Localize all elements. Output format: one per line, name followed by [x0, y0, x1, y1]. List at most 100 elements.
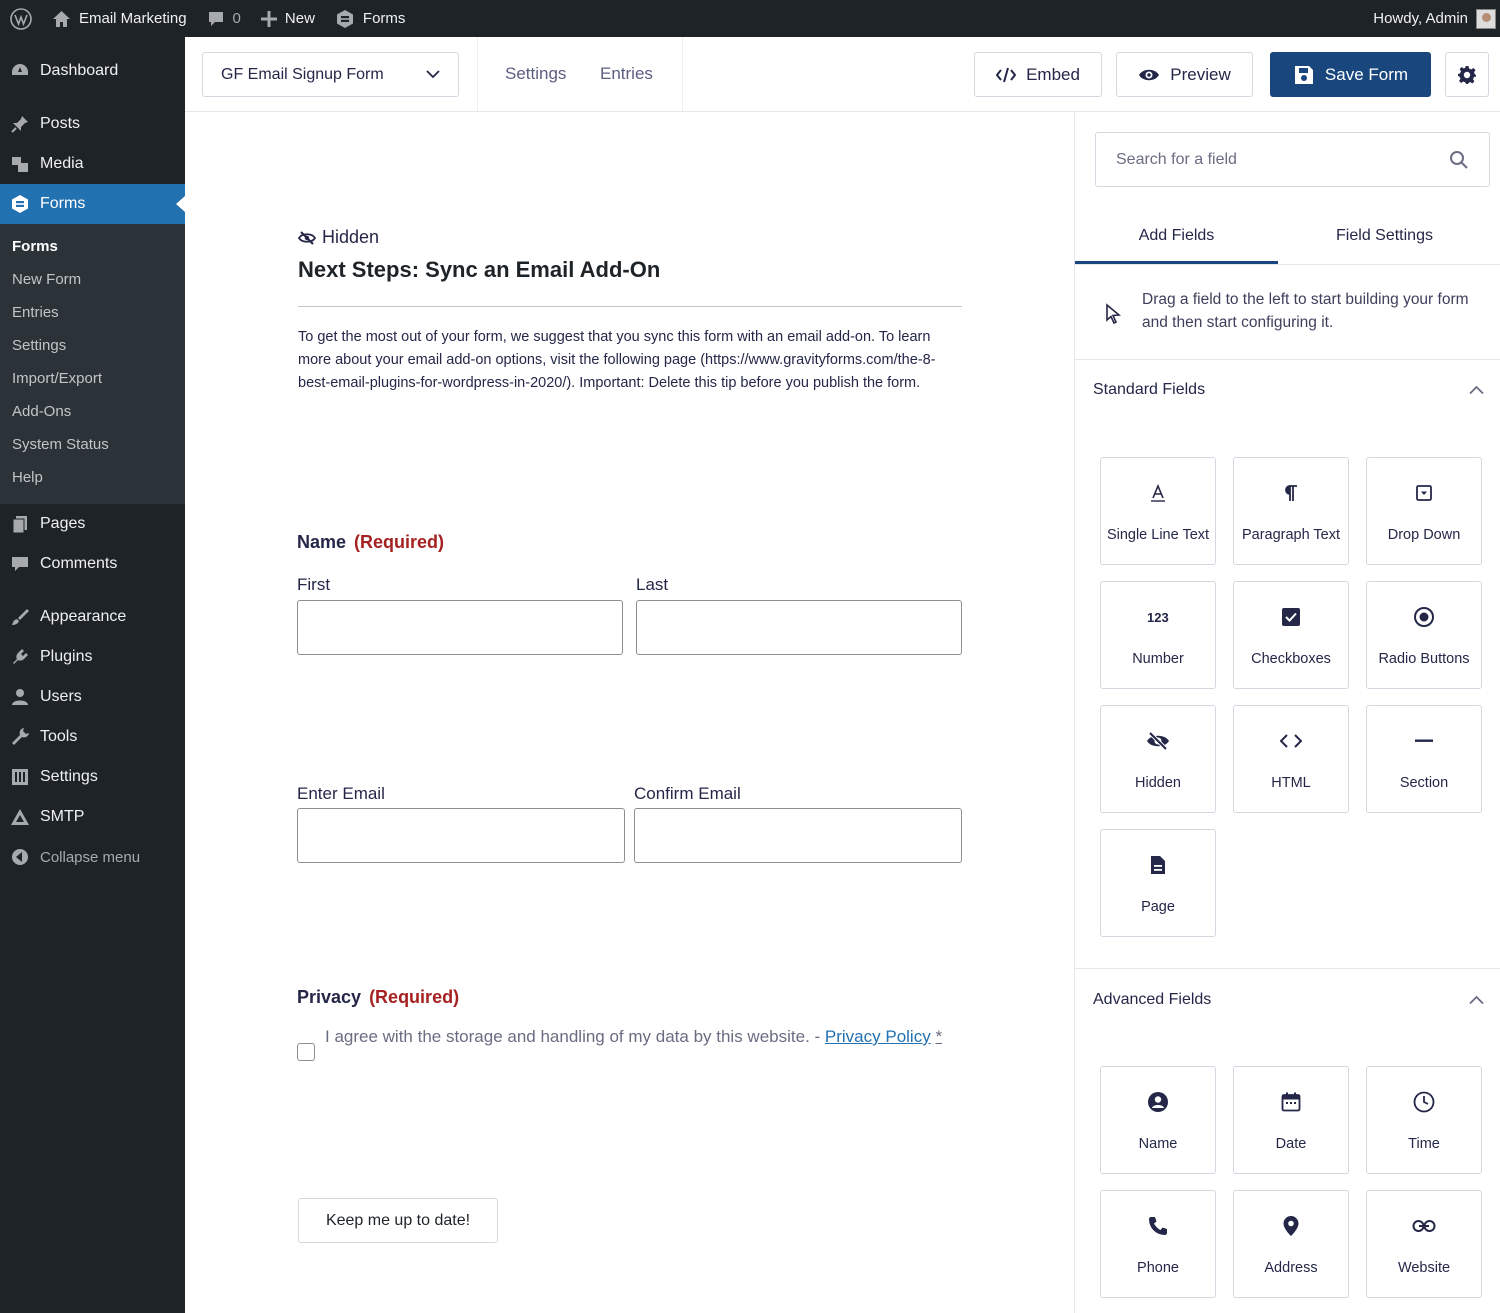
field-search-input[interactable] — [1116, 150, 1416, 169]
field-button-label: Single Line Text — [1106, 527, 1210, 543]
sidebar-label: Appearance — [40, 608, 127, 625]
field-button-single-line-text[interactable]: Single Line Text — [1100, 457, 1216, 565]
field-button-label: Name — [1138, 1136, 1178, 1152]
sidebar-item-forms[interactable]: Forms — [0, 184, 185, 224]
sidebar-item-media[interactable]: Media — [0, 144, 185, 184]
standard-fields-heading[interactable]: Standard Fields — [1093, 381, 1205, 399]
field-button-time[interactable]: Time — [1366, 1066, 1482, 1174]
sidebar-label: Plugins — [40, 648, 93, 665]
field-button-paragraph-text[interactable]: Paragraph Text — [1233, 457, 1349, 565]
checkbox-checked-icon — [1282, 608, 1300, 626]
field-button-section[interactable]: Section — [1366, 705, 1482, 813]
privacy-field-label[interactable]: Privacy (Required) — [297, 987, 459, 1008]
preview-button[interactable]: Preview — [1116, 52, 1253, 97]
submenu-system-status[interactable]: System Status — [0, 428, 185, 461]
dropdown-box-icon — [1416, 485, 1432, 501]
plug-icon — [13, 649, 28, 664]
home-icon — [53, 10, 70, 27]
site-name-link[interactable]: Email Marketing — [42, 0, 197, 37]
new-content-link[interactable]: New — [251, 0, 325, 37]
chevron-up-icon[interactable] — [1469, 385, 1484, 395]
name-field-label[interactable]: Name (Required) — [297, 532, 444, 553]
privacy-policy-link[interactable]: Privacy Policy — [825, 1027, 931, 1046]
section-title[interactable]: Next Steps: Sync an Email Add-On — [298, 257, 660, 283]
sidebar-item-smtp[interactable]: SMTP — [0, 797, 185, 837]
save-form-label: Save Form — [1324, 64, 1409, 84]
cursor-arrow-icon — [1106, 303, 1121, 325]
submenu-entries[interactable]: Entries — [0, 296, 185, 329]
field-button-date[interactable]: Date — [1233, 1066, 1349, 1174]
privacy-consent-checkbox[interactable] — [297, 1043, 315, 1061]
sidebar-item-tools[interactable]: Tools — [0, 717, 185, 757]
chevron-down-icon — [426, 70, 440, 79]
submit-button[interactable]: Keep me up to date! — [298, 1198, 498, 1243]
advanced-fields-heading[interactable]: Advanced Fields — [1093, 991, 1211, 1009]
save-form-button[interactable]: Save Form — [1270, 52, 1431, 97]
wordpress-icon — [10, 7, 32, 30]
sidebar-item-appearance[interactable]: Appearance — [0, 597, 185, 637]
toolbar-divider — [477, 37, 478, 112]
first-name-input[interactable] — [297, 600, 623, 655]
embed-button[interactable]: Embed — [974, 52, 1102, 97]
submenu-new-form[interactable]: New Form — [0, 263, 185, 296]
field-button-drop-down[interactable]: Drop Down — [1366, 457, 1482, 565]
wp-logo[interactable] — [0, 0, 42, 37]
section-divider — [298, 306, 962, 307]
horizontal-line-icon — [1415, 739, 1433, 742]
drag-tip-text: Drag a field to the left to start buildi… — [1142, 291, 1469, 331]
submenu-forms[interactable]: Forms — [0, 230, 185, 263]
field-button-website[interactable]: Website — [1366, 1190, 1482, 1298]
sidebar-item-settings[interactable]: Settings — [0, 757, 185, 797]
field-button-number[interactable]: 123 Number — [1100, 581, 1216, 689]
sidebar-item-comments[interactable]: Comments — [0, 544, 185, 584]
chevron-up-icon[interactable] — [1469, 995, 1484, 1005]
field-button-label: Drop Down — [1387, 527, 1461, 543]
forms-label: Forms — [362, 10, 406, 27]
forms-adminbar-link[interactable]: Forms — [325, 0, 416, 37]
paragraph-icon — [1285, 485, 1297, 501]
confirm-email-input[interactable] — [634, 808, 962, 863]
collapse-menu-button[interactable]: Collapse menu — [0, 837, 185, 877]
field-button-phone[interactable]: Phone — [1100, 1190, 1216, 1298]
toolbar-settings-link[interactable]: Settings — [505, 64, 566, 84]
admin-bar: Email Marketing 0 New Forms Howdy, Admin — [0, 0, 1500, 37]
media-icon — [12, 157, 28, 172]
sidebar-item-pages[interactable]: Pages — [0, 504, 185, 544]
required-indicator: (Required) — [369, 987, 460, 1007]
label-text: Privacy — [297, 987, 362, 1007]
field-button-address[interactable]: Address — [1233, 1190, 1349, 1298]
comments-link[interactable]: 0 — [197, 0, 251, 37]
field-button-checkboxes[interactable]: Checkboxes — [1233, 581, 1349, 689]
email-input[interactable] — [297, 808, 625, 863]
sidebar-label: Users — [40, 688, 82, 705]
sidebar-item-plugins[interactable]: Plugins — [0, 637, 185, 677]
section-visibility-tag: Hidden — [298, 227, 379, 248]
sidebar-item-dashboard[interactable]: Dashboard — [0, 51, 185, 91]
last-name-input[interactable] — [636, 600, 962, 655]
field-button-hidden[interactable]: Hidden — [1100, 705, 1216, 813]
account-menu[interactable]: Howdy, Admin — [1363, 0, 1500, 37]
editor-settings-button[interactable] — [1445, 52, 1489, 97]
tab-field-settings[interactable]: Field Settings — [1278, 212, 1491, 264]
avatar — [1476, 8, 1496, 29]
field-button-label: Number — [1132, 651, 1184, 667]
sidebar-item-users[interactable]: Users — [0, 677, 185, 717]
comment-bubble-icon — [12, 557, 28, 571]
field-search — [1095, 132, 1490, 187]
svg-text:123: 123 — [1147, 610, 1169, 625]
submenu-add-ons[interactable]: Add-Ons — [0, 395, 185, 428]
eye-slash-icon — [298, 230, 316, 245]
field-button-page[interactable]: Page — [1100, 829, 1216, 937]
field-button-radio-buttons[interactable]: Radio Buttons — [1366, 581, 1482, 689]
section-description: To get the most out of your form, we sug… — [298, 329, 936, 391]
settings-sliders-icon — [12, 769, 28, 785]
form-switcher-dropdown[interactable]: GF Email Signup Form — [202, 52, 459, 97]
sidebar-item-posts[interactable]: Posts — [0, 104, 185, 144]
submenu-import-export[interactable]: Import/Export — [0, 362, 185, 395]
toolbar-entries-link[interactable]: Entries — [600, 64, 653, 84]
field-button-html[interactable]: HTML — [1233, 705, 1349, 813]
submenu-settings[interactable]: Settings — [0, 329, 185, 362]
field-button-name[interactable]: Name — [1100, 1066, 1216, 1174]
submenu-help[interactable]: Help — [0, 461, 185, 494]
tab-add-fields[interactable]: Add Fields — [1075, 212, 1278, 264]
